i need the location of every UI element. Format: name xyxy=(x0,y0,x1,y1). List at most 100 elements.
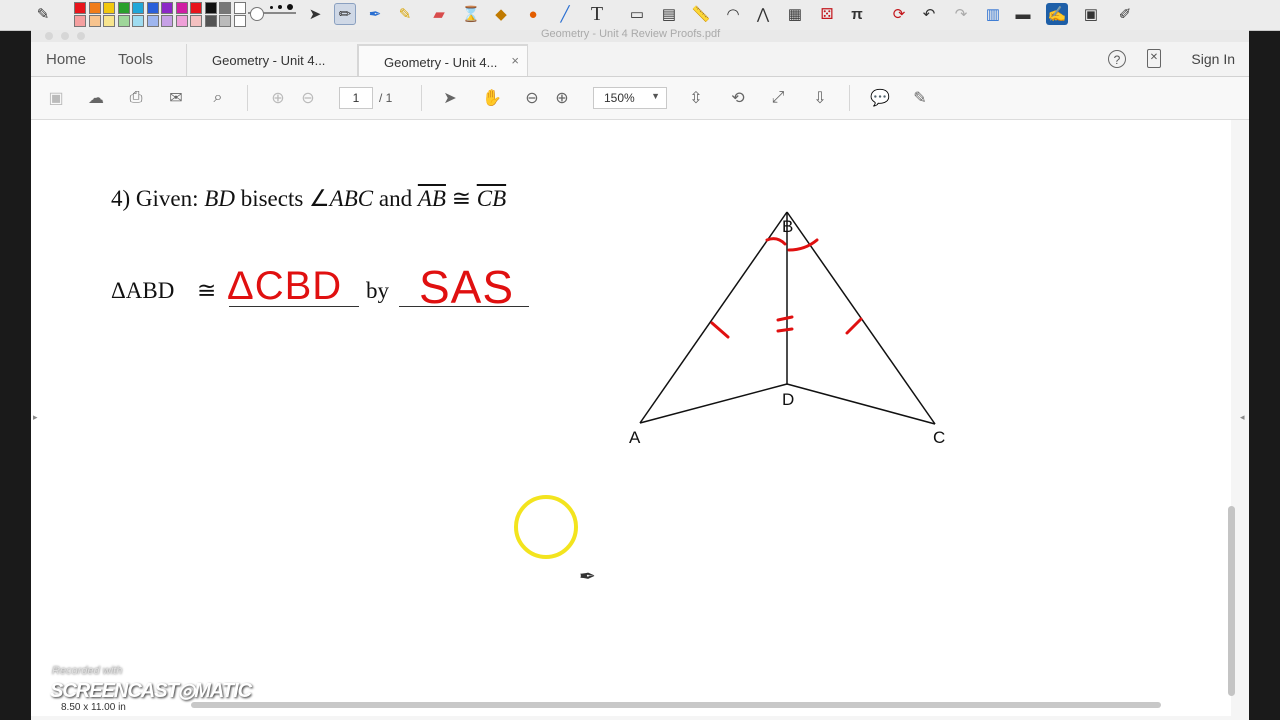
color-swatch[interactable] xyxy=(88,15,101,27)
protractor-icon[interactable]: ◠ xyxy=(722,3,744,25)
ruler-icon[interactable]: 📏 xyxy=(690,3,712,25)
screen-capture-icon[interactable]: ▭ xyxy=(626,3,648,25)
mobile-link-icon[interactable]: ✕ xyxy=(1147,49,1161,68)
window-zoom-button[interactable] xyxy=(77,32,85,40)
color-swatch[interactable] xyxy=(74,2,86,14)
congruent-symbol: ≅ xyxy=(451,186,471,211)
tick-mark-cb xyxy=(845,317,863,335)
email-icon[interactable]: ✉ xyxy=(165,87,187,109)
color-swatch[interactable] xyxy=(74,15,86,27)
save-icon[interactable]: ▣ xyxy=(45,87,67,109)
color-swatch[interactable] xyxy=(233,15,246,27)
color-swatch[interactable] xyxy=(146,2,159,14)
eraser-icon[interactable]: ▰ xyxy=(428,3,450,25)
horizontal-scrollbar[interactable] xyxy=(191,702,1161,708)
segment-dc xyxy=(786,383,936,425)
line-icon[interactable]: ╱ xyxy=(554,3,576,25)
help-icon[interactable]: ? xyxy=(1108,50,1126,68)
left-panel-toggle-icon[interactable]: ▸ xyxy=(33,412,38,423)
settings-icon[interactable]: ✐ xyxy=(1114,3,1136,25)
color-swatch[interactable] xyxy=(219,15,231,27)
color-swatch[interactable] xyxy=(233,2,246,14)
paint-bucket-icon[interactable]: ◆ xyxy=(490,3,512,25)
color-swatch[interactable] xyxy=(190,2,202,14)
comment-icon[interactable]: 💬 xyxy=(869,87,891,109)
highlighter-icon[interactable]: ✒ xyxy=(364,3,386,25)
search-icon[interactable]: ⌕ xyxy=(207,87,229,109)
zoom-in-icon[interactable]: ⊕ xyxy=(551,87,573,109)
undo-icon[interactable]: ↶ xyxy=(918,3,940,25)
scrolling-mode-icon[interactable]: ⇩ xyxy=(809,87,831,109)
color-swatch[interactable] xyxy=(103,15,115,27)
zoom-select[interactable]: 150% ▼ xyxy=(593,87,667,109)
pen-size-slider[interactable] xyxy=(248,4,298,24)
tab-bar: Home Tools Geometry - Unit 4... Geometry… xyxy=(31,42,1249,77)
color-swatch[interactable] xyxy=(132,15,144,27)
compass-icon[interactable]: ⋀ xyxy=(752,3,774,25)
segment-cb: CB xyxy=(476,186,507,211)
color-swatch[interactable] xyxy=(161,2,173,14)
handwritten-reason-answer: SAS xyxy=(419,261,515,313)
tab-document-1[interactable]: Geometry - Unit 4... xyxy=(186,44,358,76)
tick-mark-ab xyxy=(710,321,730,339)
window-close-button[interactable] xyxy=(45,32,53,40)
select-arrow-icon[interactable]: ➤ xyxy=(304,3,326,25)
cloud-upload-icon[interactable]: ☁ xyxy=(85,87,107,109)
color-swatch[interactable] xyxy=(103,2,115,14)
handwritten-triangle-answer: ΔCBD xyxy=(227,264,343,308)
vertical-scrollbar[interactable] xyxy=(1228,506,1235,696)
color-swatch[interactable] xyxy=(117,2,130,14)
highlight-pen-icon[interactable]: ✎ xyxy=(909,87,931,109)
next-page-icon[interactable]: ⊖ xyxy=(297,87,319,109)
redo-icon[interactable]: ↷ xyxy=(950,3,972,25)
full-screen-icon[interactable]: ⤢ xyxy=(767,87,789,109)
shape-icon[interactable]: ● xyxy=(522,3,544,25)
scroll-icon[interactable]: ▤ xyxy=(658,3,680,25)
pen-icon[interactable]: ✏ xyxy=(334,3,356,25)
dice-icon[interactable]: ⚄ xyxy=(816,3,838,25)
print-icon[interactable]: ⎙ xyxy=(125,87,147,109)
previous-page-icon[interactable]: ⊕ xyxy=(267,87,289,109)
color-swatch[interactable] xyxy=(175,2,188,14)
annotate-app-icon[interactable]: ✎ xyxy=(32,3,54,25)
page-size-label: 8.50 x 11.00 in xyxy=(61,702,126,713)
fit-page-icon[interactable]: ⇳ xyxy=(685,87,707,109)
pages-icon[interactable]: ▥ xyxy=(982,3,1004,25)
cursor-highlight-ring xyxy=(514,495,578,559)
calculator-icon[interactable]: ▦ xyxy=(784,3,806,25)
window-minimize-button[interactable] xyxy=(61,32,69,40)
color-swatch[interactable] xyxy=(204,15,217,27)
color-swatch[interactable] xyxy=(204,2,217,14)
right-panel-toggle-icon[interactable]: ◂ xyxy=(1240,412,1245,423)
vertex-label-c: C xyxy=(933,428,946,447)
color-swatch[interactable] xyxy=(132,2,144,14)
whiteboard-icon[interactable]: ▬ xyxy=(1012,3,1034,25)
color-swatch[interactable] xyxy=(88,2,101,14)
select-cursor-icon[interactable]: ➤ xyxy=(439,87,461,109)
color-swatch[interactable] xyxy=(190,15,202,27)
color-swatch[interactable] xyxy=(146,15,159,27)
desktop-draw-icon[interactable]: ✍ xyxy=(1046,3,1068,25)
hand-tool-icon[interactable]: ✋ xyxy=(481,87,503,109)
by-text: by xyxy=(366,278,389,303)
color-swatch[interactable] xyxy=(161,15,173,27)
tab-close-icon[interactable]: × xyxy=(511,53,519,68)
refresh-icon[interactable]: ⟳ xyxy=(888,3,910,25)
home-link[interactable]: Home xyxy=(46,51,86,68)
hourglass-icon[interactable]: ⌛ xyxy=(460,3,482,25)
color-swatch[interactable] xyxy=(117,15,130,27)
color-swatch[interactable] xyxy=(219,2,231,14)
tools-link[interactable]: Tools xyxy=(118,51,153,68)
angle-abc: ABC xyxy=(329,186,374,211)
notes-icon[interactable]: ▣ xyxy=(1080,3,1102,25)
color-swatch[interactable] xyxy=(175,15,188,27)
marker-icon[interactable]: ✎ xyxy=(394,3,416,25)
rotate-page-icon[interactable]: ⟲ xyxy=(727,87,749,109)
tab-document-2[interactable]: Geometry - Unit 4... × xyxy=(358,44,528,76)
zoom-out-icon[interactable]: ⊖ xyxy=(521,87,543,109)
text-tool-icon[interactable]: T xyxy=(586,3,608,25)
chevron-down-icon: ▼ xyxy=(651,91,660,101)
sign-in-link[interactable]: Sign In xyxy=(1191,51,1235,67)
pi-icon[interactable]: π xyxy=(846,3,868,25)
page-number-input[interactable]: 1 xyxy=(339,87,373,109)
